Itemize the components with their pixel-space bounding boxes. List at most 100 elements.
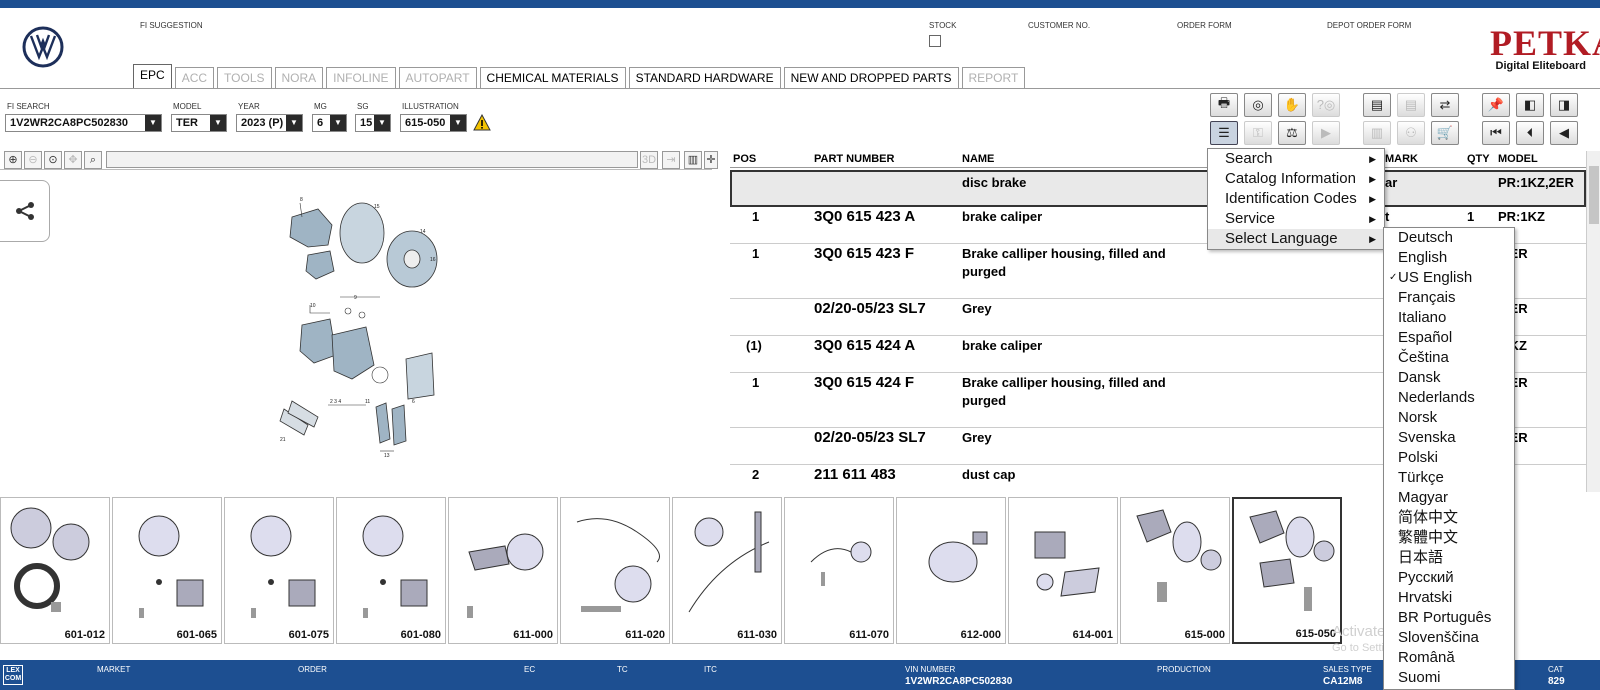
group-icon[interactable]: ⚇	[1397, 121, 1425, 145]
thumbnail-selected[interactable]: 615-050	[1232, 497, 1342, 644]
key-icon[interactable]: ⚿	[1244, 121, 1272, 145]
tab-new-dropped-parts[interactable]: NEW AND DROPPED PARTS	[783, 67, 959, 88]
scroll-thumb[interactable]	[1589, 166, 1599, 224]
back-icon[interactable]: ◀	[1550, 121, 1578, 145]
language-option[interactable]: Polski	[1384, 448, 1514, 468]
fi-search-select[interactable]: 1V2WR2CA8PC502830 ▼	[5, 114, 162, 132]
tab-epc[interactable]: EPC	[133, 64, 172, 88]
language-option[interactable]: Dansk	[1384, 368, 1514, 388]
language-option[interactable]: Русский	[1384, 568, 1514, 588]
zoom-in-icon[interactable]: ⊕	[4, 151, 22, 169]
print-icon[interactable]: 🖶	[1210, 93, 1238, 117]
menu-list-icon[interactable]: ☰	[1210, 121, 1238, 145]
warning-icon[interactable]	[473, 114, 491, 132]
language-option[interactable]: 繁體中文	[1384, 528, 1514, 548]
menu-item-select-language[interactable]: Select Language ▶	[1208, 229, 1384, 249]
vehicle-lift-icon[interactable]: ⚖	[1278, 121, 1306, 145]
sg-select[interactable]: 15 ▼	[355, 114, 391, 132]
disc-icon[interactable]: ◎	[1244, 93, 1272, 117]
stock-checkbox[interactable]	[929, 35, 941, 47]
mg-select[interactable]: 6 ▼	[312, 114, 347, 132]
odpcp-icon[interactable]: ▤	[1397, 93, 1425, 117]
thumbnail[interactable]: 615-000	[1120, 497, 1230, 644]
resize-icon[interactable]: ✛	[704, 151, 718, 169]
header-model[interactable]: MODEL	[1498, 153, 1538, 165]
tab-chemical-materials[interactable]: CHEMICAL MATERIALS	[479, 67, 626, 88]
thumbnail[interactable]: 601-065	[112, 497, 222, 644]
thumbnail[interactable]: 601-075	[224, 497, 334, 644]
language-option[interactable]: English	[1384, 248, 1514, 268]
header-qty[interactable]: QTY	[1467, 153, 1490, 165]
thumbnail[interactable]: 612-000	[896, 497, 1006, 644]
split-view-icon[interactable]: ⇥	[662, 151, 680, 169]
share-button[interactable]	[0, 180, 50, 242]
header-pos[interactable]: POS	[733, 153, 756, 165]
menu-item-catalog-information[interactable]: Catalog Information ▶	[1208, 169, 1384, 189]
menu-item-search[interactable]: Search ▶	[1208, 149, 1384, 169]
menu-item-identification-codes[interactable]: Identification Codes ▶	[1208, 189, 1384, 209]
language-option[interactable]: Čeština	[1384, 348, 1514, 368]
panel-view-icon[interactable]: ▥	[684, 151, 702, 169]
page-back-icon[interactable]: ◧	[1516, 93, 1544, 117]
menu-item-service[interactable]: Service ▶	[1208, 209, 1384, 229]
language-option[interactable]: Türkçe	[1384, 468, 1514, 488]
language-option[interactable]: Français	[1384, 288, 1514, 308]
language-option-selected[interactable]: ✓ US English	[1384, 268, 1514, 288]
language-option[interactable]: Română	[1384, 648, 1514, 668]
table-row[interactable]: disc brake ar PR:1KZ,2ER	[730, 170, 1586, 207]
language-option[interactable]: Deutsch	[1384, 228, 1514, 248]
elsa-icon[interactable]: ▤	[1363, 93, 1391, 117]
tab-report[interactable]: REPORT	[961, 67, 1026, 88]
first-icon[interactable]: ⏮	[1482, 121, 1510, 145]
language-option[interactable]: BR Português	[1384, 608, 1514, 628]
language-option[interactable]: Italiano	[1384, 308, 1514, 328]
language-option[interactable]: Svenska	[1384, 428, 1514, 448]
thumbnail[interactable]: 611-020	[560, 497, 670, 644]
tab-infoline[interactable]: INFOLINE	[326, 67, 396, 88]
thumbnail[interactable]: 601-012	[0, 497, 110, 644]
help-icon[interactable]: ?◎	[1312, 93, 1340, 117]
handshake-icon[interactable]: ✋	[1278, 93, 1306, 117]
language-option[interactable]: Norsk	[1384, 408, 1514, 428]
thumbnail[interactable]: 611-000	[448, 497, 558, 644]
cart-transfer-icon[interactable]: ⇄	[1431, 93, 1459, 117]
parts-scrollbar[interactable]	[1586, 151, 1600, 492]
language-option[interactable]: Hrvatski	[1384, 588, 1514, 608]
cart-icon[interactable]: 🛒	[1431, 121, 1459, 145]
tab-acc[interactable]: ACC	[174, 67, 215, 88]
header-part-number[interactable]: PART NUMBER	[814, 153, 894, 165]
page-forward-icon[interactable]: ◨	[1550, 93, 1578, 117]
zoom-out-icon[interactable]: ⊖	[24, 151, 42, 169]
illustration-select[interactable]: 615-050 ▼	[400, 114, 467, 132]
language-option[interactable]: Suomi	[1384, 668, 1514, 688]
thumbnail[interactable]: 601-080	[336, 497, 446, 644]
zoom-hand-icon[interactable]: ✥	[64, 151, 82, 169]
tab-standard-hardware[interactable]: STANDARD HARDWARE	[628, 67, 781, 88]
thumbnail[interactable]: 611-030	[672, 497, 782, 644]
language-option[interactable]: 简体中文	[1384, 508, 1514, 528]
language-option[interactable]: Nederlands	[1384, 388, 1514, 408]
depot-order-label[interactable]: DEPOT ORDER FORM	[1327, 21, 1411, 30]
3d-view-icon[interactable]: 3D	[640, 151, 658, 169]
language-option[interactable]: 日本語	[1384, 548, 1514, 568]
header-name[interactable]: NAME	[962, 153, 994, 165]
parts-illustration[interactable]: 8 15 14 16 10 9 2 3 4 11 6 21 13	[270, 195, 450, 465]
tab-autopart[interactable]: AUTOPART	[398, 67, 477, 88]
play-icon[interactable]: ▶	[1312, 121, 1340, 145]
order-form-label[interactable]: ORDER FORM	[1177, 21, 1232, 30]
previous-icon[interactable]: ⏴	[1516, 121, 1544, 145]
pin-icon[interactable]: 📌	[1482, 93, 1510, 117]
compare-icon[interactable]: ▥	[1363, 121, 1391, 145]
magnifier-icon[interactable]: ⌕	[84, 151, 102, 169]
model-select[interactable]: TER ▼	[171, 114, 227, 132]
language-option[interactable]: Español	[1384, 328, 1514, 348]
language-option[interactable]: Magyar	[1384, 488, 1514, 508]
thumbnail[interactable]: 614-001	[1008, 497, 1118, 644]
illustration-search-field[interactable]	[106, 151, 638, 168]
year-select[interactable]: 2023 (P) ▼	[236, 114, 303, 132]
thumbnail[interactable]: 611-070	[784, 497, 894, 644]
language-option[interactable]: Slovenščina	[1384, 628, 1514, 648]
header-remark[interactable]: MARK	[1385, 153, 1418, 165]
tab-tools[interactable]: TOOLS	[217, 67, 272, 88]
tab-nora[interactable]: NORA	[274, 67, 324, 88]
